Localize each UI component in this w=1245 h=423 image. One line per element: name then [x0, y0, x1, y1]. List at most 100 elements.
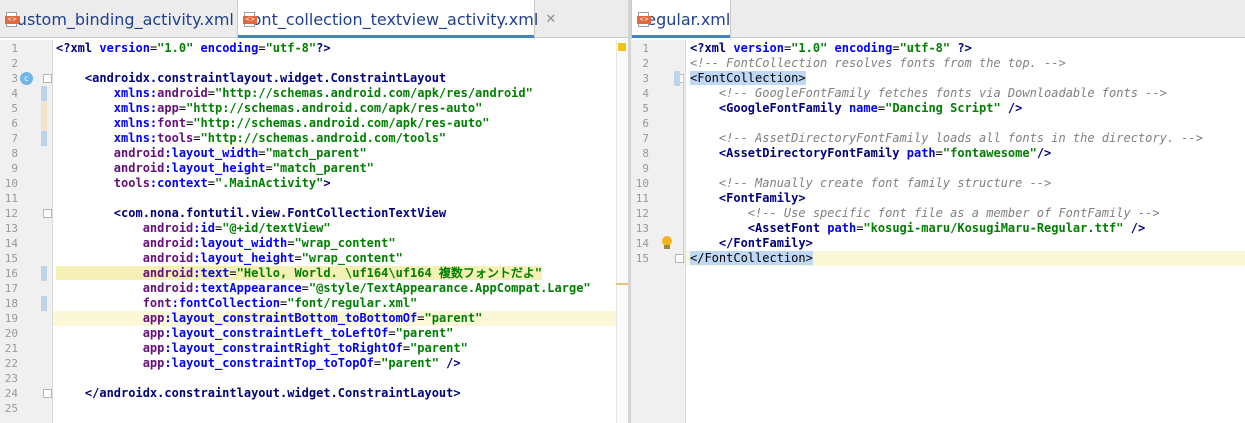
- line-number[interactable]: 25: [0, 401, 18, 416]
- warning-marker[interactable]: [616, 283, 628, 285]
- line-number[interactable]: 14: [631, 236, 649, 251]
- code-line[interactable]: </FontCollection>: [686, 251, 1245, 266]
- code-line[interactable]: android:layout_height="wrap_content": [53, 251, 628, 266]
- line-number[interactable]: 9: [631, 161, 649, 176]
- line-number[interactable]: 13: [631, 221, 649, 236]
- line-number[interactable]: 1: [0, 41, 18, 56]
- change-marker[interactable]: [41, 101, 47, 116]
- code-line[interactable]: app:layout_constraintLeft_toLeftOf="pare…: [53, 326, 628, 341]
- code-line[interactable]: [686, 161, 1245, 176]
- line-number[interactable]: 10: [631, 176, 649, 191]
- line-number[interactable]: 4: [0, 86, 18, 101]
- line-number[interactable]: 15: [0, 251, 18, 266]
- code-line[interactable]: [53, 371, 628, 386]
- change-marker[interactable]: [41, 266, 47, 281]
- code-line[interactable]: xmlns:font="http://schemas.android.com/a…: [53, 116, 628, 131]
- change-marker[interactable]: [41, 116, 47, 131]
- code-line[interactable]: <!-- Manually create font family structu…: [686, 176, 1245, 191]
- code-line[interactable]: <?xml version="1.0" encoding="utf-8"?>: [53, 41, 628, 56]
- change-marker[interactable]: [41, 86, 47, 101]
- line-number[interactable]: 5: [631, 101, 649, 116]
- code-line[interactable]: android:textAppearance="@style/TextAppea…: [53, 281, 628, 296]
- line-number[interactable]: 11: [631, 191, 649, 206]
- code-line[interactable]: android:layout_width="match_parent": [53, 146, 628, 161]
- line-number[interactable]: 2: [631, 56, 649, 71]
- code-line[interactable]: [53, 191, 628, 206]
- line-number[interactable]: 12: [631, 206, 649, 221]
- line-number[interactable]: 6: [631, 116, 649, 131]
- close-icon[interactable]: ✕: [545, 12, 556, 27]
- line-number[interactable]: 4: [631, 86, 649, 101]
- line-number[interactable]: 1: [631, 41, 649, 56]
- tab-regular-xml[interactable]: <> regular.xml: [631, 0, 731, 39]
- code-line[interactable]: xmlns:tools="http://schemas.android.com/…: [53, 131, 628, 146]
- line-number[interactable]: 5: [0, 101, 18, 116]
- code-line[interactable]: android:layout_height="match_parent": [53, 161, 628, 176]
- code-line[interactable]: <AssetDirectoryFontFamily path="fontawes…: [686, 146, 1245, 161]
- line-number[interactable]: 8: [631, 146, 649, 161]
- line-number[interactable]: 6: [0, 116, 18, 131]
- code-line[interactable]: font:fontCollection="font/regular.xml": [53, 296, 628, 311]
- code-line[interactable]: <GoogleFontFamily name="Dancing Script" …: [686, 101, 1245, 116]
- code-line[interactable]: </FontFamily>: [686, 236, 1245, 251]
- code-line[interactable]: </androidx.constraintlayout.widget.Const…: [53, 386, 628, 401]
- line-number[interactable]: 3: [0, 71, 18, 86]
- line-number[interactable]: 7: [631, 131, 649, 146]
- code-line[interactable]: <FontCollection>: [686, 71, 1245, 86]
- fold-icon[interactable]: [43, 389, 52, 398]
- line-number[interactable]: 19: [0, 311, 18, 326]
- line-number[interactable]: 7: [0, 131, 18, 146]
- code-line[interactable]: [53, 401, 628, 416]
- fold-icon[interactable]: [43, 74, 52, 83]
- code-area[interactable]: <?xml version="1.0" encoding="utf-8" ?> <…: [686, 40, 1245, 423]
- code-line[interactable]: <com.nona.fontutil.view.FontCollectionTe…: [53, 206, 628, 221]
- fold-icon[interactable]: [43, 209, 52, 218]
- code-line[interactable]: <androidx.constraintlayout.widget.Constr…: [53, 71, 628, 86]
- change-marker[interactable]: [41, 131, 47, 146]
- code-line[interactable]: app:layout_constraintBottom_toBottomOf="…: [53, 311, 628, 326]
- intention-bulb-icon[interactable]: [661, 236, 673, 250]
- code-line[interactable]: <FontFamily>: [686, 191, 1245, 206]
- code-line[interactable]: [53, 56, 628, 71]
- line-number-gutter[interactable]: 1 2 3 4 5 6 7 8 9 10 11 12 13 14 15: [631, 40, 686, 423]
- line-number[interactable]: 16: [0, 266, 18, 281]
- line-number[interactable]: 8: [0, 146, 18, 161]
- line-number[interactable]: 13: [0, 221, 18, 236]
- line-number[interactable]: 10: [0, 176, 18, 191]
- code-line[interactable]: app:layout_constraintRight_toRightOf="pa…: [53, 341, 628, 356]
- code-line[interactable]: <!-- Use specific font file as a member …: [686, 206, 1245, 221]
- line-number[interactable]: 17: [0, 281, 18, 296]
- line-number[interactable]: 3: [631, 71, 649, 86]
- code-line[interactable]: <!-- AssetDirectoryFontFamily loads all …: [686, 131, 1245, 146]
- line-number-gutter[interactable]: 1 2 3 4 5 6 7 8 9 10 11 12 13 14 15 16 17 18 19 20 21 22 23 24 2…: [0, 40, 53, 423]
- line-number[interactable]: 15: [631, 251, 649, 266]
- line-number[interactable]: 21: [0, 341, 18, 356]
- code-line[interactable]: <AssetFont path="kosugi-maru/KosugiMaru-…: [686, 221, 1245, 236]
- code-line[interactable]: <!-- GoogleFontFamily fetches fonts via …: [686, 86, 1245, 101]
- right-code-editor[interactable]: 1 2 3 4 5 6 7 8 9 10 11 12 13 14 15 <?xml version="1.0…: [631, 40, 1245, 423]
- code-line[interactable]: [686, 116, 1245, 131]
- code-line[interactable]: android:text="Hello, World. \uf164\uf164…: [53, 266, 628, 281]
- code-line[interactable]: android:layout_width="wrap_content": [53, 236, 628, 251]
- code-line[interactable]: tools:context=".MainActivity">: [53, 176, 628, 191]
- line-number[interactable]: 24: [0, 386, 18, 401]
- class-gutter-icon[interactable]: c: [20, 72, 33, 85]
- code-line[interactable]: xmlns:app="http://schemas.android.com/ap…: [53, 101, 628, 116]
- change-marker[interactable]: [674, 71, 680, 86]
- line-number[interactable]: 9: [0, 161, 18, 176]
- line-number[interactable]: 14: [0, 236, 18, 251]
- code-area[interactable]: <?xml version="1.0" encoding="utf-8"?> <…: [53, 40, 628, 423]
- left-code-editor[interactable]: 1 2 3 4 5 6 7 8 9 10 11 12 13 14 15 16 17 18 19 20 21 22 23 24 2…: [0, 40, 628, 423]
- line-number[interactable]: 22: [0, 356, 18, 371]
- tab-custom-binding-activity[interactable]: <> custom_binding_activity.xml ✕: [0, 0, 252, 38]
- change-marker[interactable]: [41, 296, 47, 311]
- line-number[interactable]: 2: [0, 56, 18, 71]
- code-line[interactable]: android:id="@+id/textView": [53, 221, 628, 236]
- line-number[interactable]: 18: [0, 296, 18, 311]
- inspection-status-icon[interactable]: [618, 43, 626, 51]
- code-line[interactable]: <?xml version="1.0" encoding="utf-8" ?>: [686, 41, 1245, 56]
- code-line[interactable]: app:layout_constraintTop_toTopOf="parent…: [53, 356, 628, 371]
- line-number[interactable]: 20: [0, 326, 18, 341]
- code-line[interactable]: xmlns:android="http://schemas.android.co…: [53, 86, 628, 101]
- error-stripe[interactable]: [616, 40, 628, 423]
